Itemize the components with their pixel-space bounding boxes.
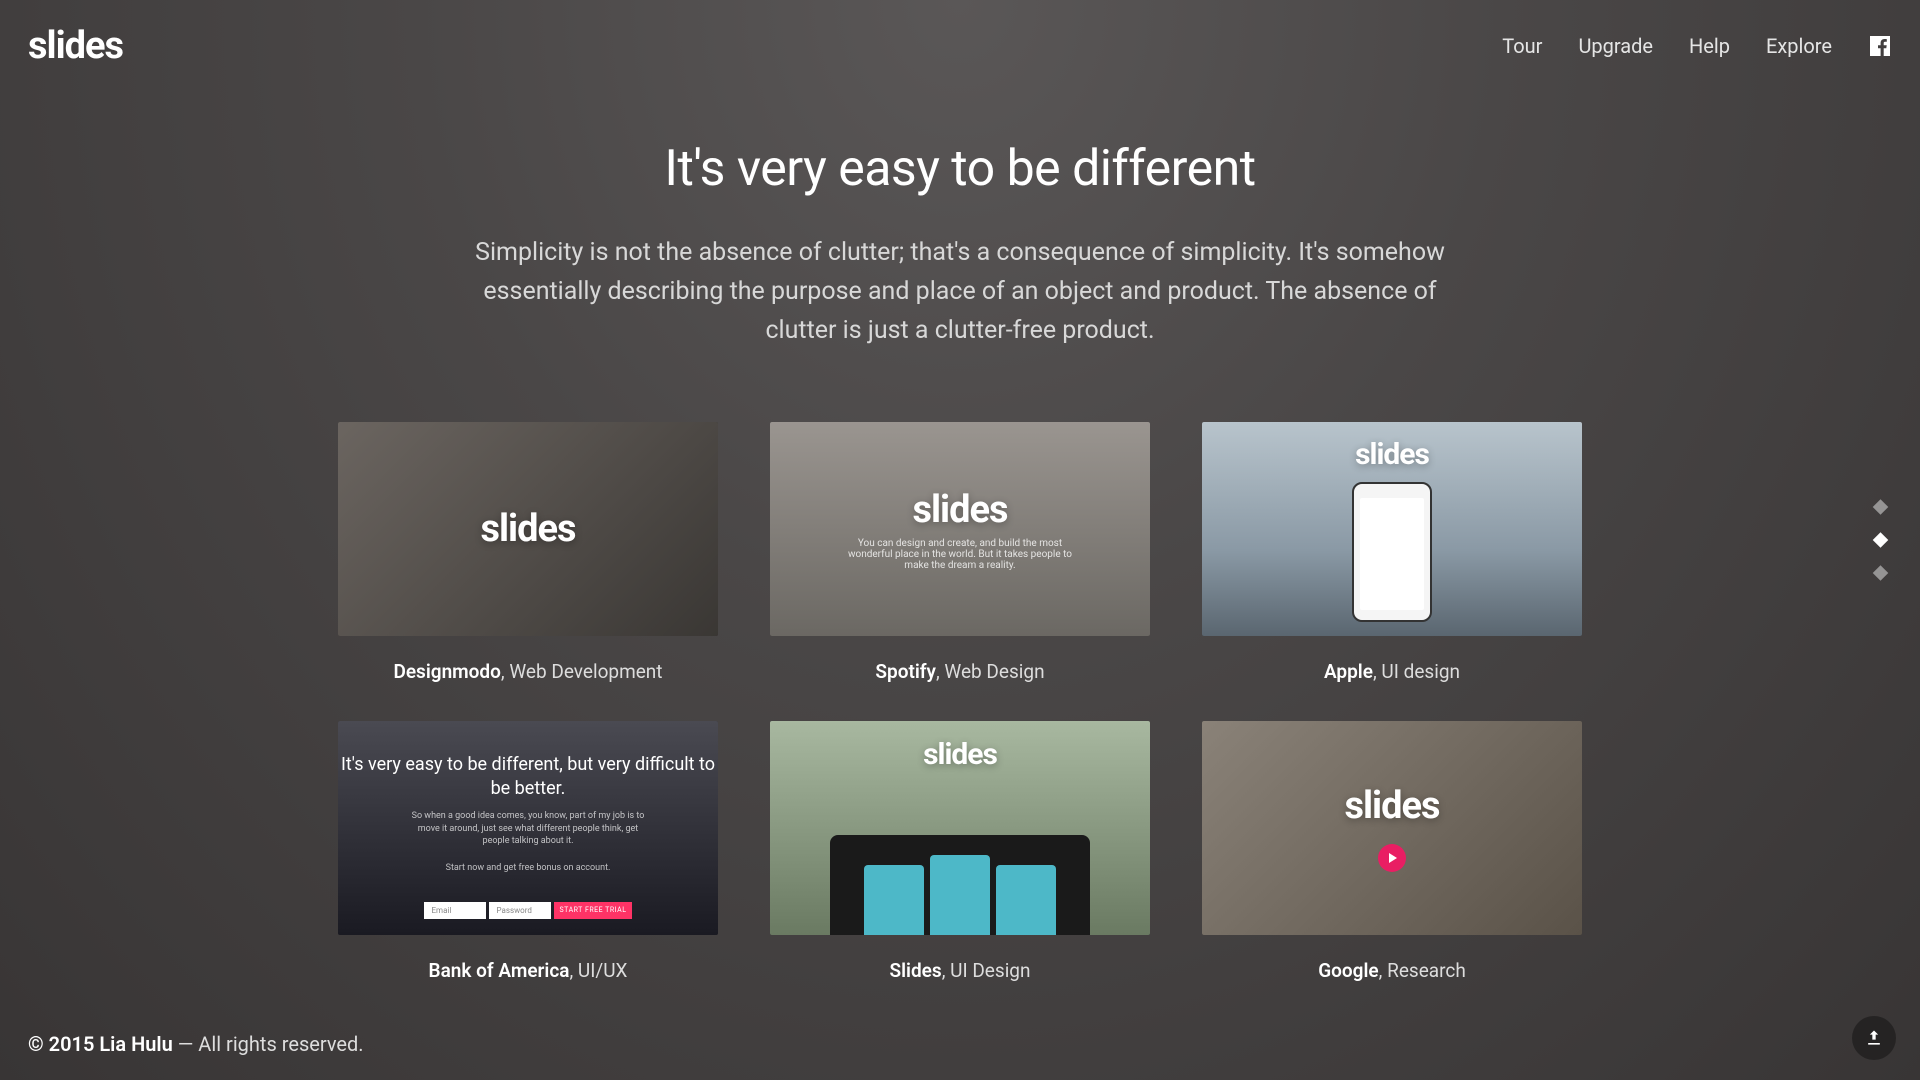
footer: © 2015 Lia Hulu — All rights reserved. — [28, 1032, 364, 1056]
caption-title: Slides — [890, 959, 942, 982]
slides-logo-icon: slides — [480, 507, 575, 551]
card-spotify: slides You can design and create, and bu… — [770, 422, 1150, 683]
copyright-owner: © 2015 Lia Hulu — [28, 1032, 173, 1056]
caption-category: , Web Design — [936, 660, 1045, 683]
caption-category: , Research — [1379, 959, 1466, 982]
slides-logo-icon: slides — [1355, 437, 1429, 472]
password-input: Password — [489, 902, 551, 919]
thumb-apple[interactable]: slides — [1202, 422, 1582, 636]
caption-category: , UI Design — [942, 959, 1031, 982]
slides-logo-icon: slides — [1344, 784, 1439, 828]
thumb-headline: It's very easy to be different, but very… — [338, 753, 718, 800]
hero-subtitle: Simplicity is not the absence of clutter… — [450, 234, 1470, 350]
dot-1[interactable] — [1873, 499, 1889, 515]
dot-2[interactable] — [1873, 532, 1889, 548]
caption-title: Designmodo — [393, 660, 500, 683]
copyright-text: — All rights reserved. — [173, 1032, 364, 1056]
share-icon — [1864, 1028, 1884, 1048]
nav-help[interactable]: Help — [1689, 34, 1730, 58]
thumb-form: Email Password START FREE TRIAL — [424, 902, 633, 919]
thumb-bg — [1202, 721, 1582, 935]
thumb-subtext: So when a good idea comes, you know, par… — [408, 810, 648, 848]
header: slides Tour Upgrade Help Explore — [0, 0, 1920, 92]
thumb-tagline: You can design and create, and build the… — [840, 538, 1080, 571]
caption-title: Google — [1318, 959, 1378, 982]
thumb-slides[interactable]: slides — [770, 721, 1150, 935]
thumb-google[interactable]: slides — [1202, 721, 1582, 935]
caption-title: Apple — [1324, 660, 1373, 683]
caption-category: , Web Development — [501, 660, 663, 683]
nav-upgrade[interactable]: Upgrade — [1578, 34, 1653, 58]
portfolio-grid: slides Designmodo, Web Development slide… — [0, 422, 1920, 982]
card-apple: slides Apple, UI design — [1202, 422, 1582, 683]
nav-tour[interactable]: Tour — [1502, 34, 1542, 58]
nav: Tour Upgrade Help Explore — [1502, 34, 1892, 58]
share-button[interactable] — [1852, 1016, 1896, 1060]
caption: Google, Research — [1318, 959, 1466, 982]
pagination-dots — [1875, 502, 1886, 579]
caption: Bank of America, UI/UX — [429, 959, 628, 982]
card-google: slides Google, Research — [1202, 721, 1582, 982]
card-slides: slides Slides, UI Design — [770, 721, 1150, 982]
card-designmodo: slides Designmodo, Web Development — [338, 422, 718, 683]
tablet-mockup-icon — [830, 835, 1090, 935]
card-bofa: It's very easy to be different, but very… — [338, 721, 718, 982]
caption: Slides, UI Design — [890, 959, 1031, 982]
hero: It's very easy to be different Simplicit… — [0, 140, 1920, 350]
caption: Designmodo, Web Development — [393, 660, 662, 683]
caption-category: , UI/UX — [569, 959, 627, 982]
caption: Apple, UI design — [1324, 660, 1460, 683]
caption-title: Bank of America — [429, 959, 570, 982]
email-input: Email — [424, 902, 486, 919]
thumb-bofa[interactable]: It's very easy to be different, but very… — [338, 721, 718, 935]
thumb-spotify[interactable]: slides You can design and create, and bu… — [770, 422, 1150, 636]
logo[interactable]: slides — [28, 24, 123, 68]
caption-title: Spotify — [875, 660, 936, 683]
hero-title: It's very easy to be different — [0, 140, 1920, 198]
caption: Spotify, Web Design — [875, 660, 1044, 683]
slides-logo-icon: slides — [923, 737, 997, 772]
nav-explore[interactable]: Explore — [1766, 34, 1832, 58]
start-trial-button: START FREE TRIAL — [554, 902, 633, 919]
thumb-designmodo[interactable]: slides — [338, 422, 718, 636]
dot-3[interactable] — [1873, 565, 1889, 581]
phone-mockup-icon — [1352, 482, 1432, 622]
thumb-bonus: Start now and get free bonus on account. — [446, 862, 611, 875]
facebook-icon[interactable] — [1868, 34, 1892, 58]
caption-category: , UI design — [1373, 660, 1460, 683]
slides-logo-icon: slides — [912, 488, 1007, 532]
